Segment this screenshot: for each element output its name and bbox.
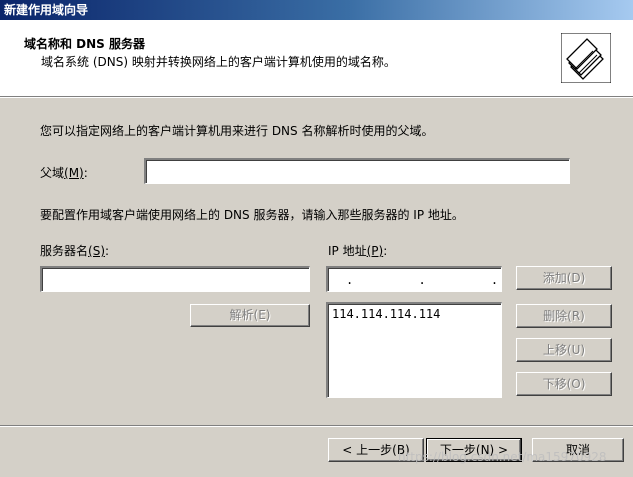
resolve-button[interactable]: 解析(E) (190, 304, 310, 327)
intro-text: 您可以指定网络上的客户端计算机用来进行 DNS 名称解析时使用的父域。 (40, 124, 434, 138)
server-name-hotkey: (S) (88, 244, 105, 258)
move-down-button[interactable]: 下移(O) (516, 372, 612, 396)
window-title-bar: 新建作用域向导 (0, 0, 633, 20)
ip-address-hotkey: (P) (366, 244, 384, 258)
ip-address-label-text: IP 地址 (328, 244, 367, 258)
parent-domain-label: 父域(M): (40, 164, 88, 181)
wizard-header: 域名称和 DNS 服务器 域名系统 (DNS) 映射并转换网络上的客户端计算机使… (0, 20, 633, 97)
header-separator (0, 97, 633, 98)
folders-wizard-icon (561, 33, 611, 83)
list-item[interactable]: 114.114.114.114 (332, 307, 440, 321)
ip-address-input[interactable]: . . . (326, 266, 502, 292)
dns-instruction-text: 要配置作用域客户端使用网络上的 DNS 服务器，请输入那些服务器的 IP 地址。 (40, 208, 464, 222)
server-name-label-text: 服务器名 (40, 244, 89, 258)
footer-separator-light (0, 426, 633, 427)
move-up-button[interactable]: 上移(U) (516, 338, 612, 362)
parent-domain-suffix: : (83, 166, 88, 180)
server-name-label: 服务器名(S): (40, 242, 109, 259)
server-name-suffix: : (105, 244, 110, 258)
remove-button[interactable]: 删除(R) (516, 304, 612, 328)
server-name-input[interactable] (40, 266, 310, 292)
ip-address-label: IP 地址(P): (328, 242, 387, 259)
watermark-text: https://blog.csdn.net/ma15970928 (398, 450, 607, 464)
add-button[interactable]: 添加(D) (516, 266, 612, 290)
header-title: 域名称和 DNS 服务器 (24, 37, 146, 51)
header-subtitle: 域名系统 (DNS) 映射并转换网络上的客户端计算机使用的域名称。 (41, 55, 396, 69)
parent-domain-hotkey: (M) (64, 166, 84, 180)
window-title: 新建作用域向导 (4, 3, 89, 17)
ip-address-suffix: : (383, 244, 388, 258)
ip-address-value: . . . (346, 273, 528, 287)
parent-domain-input[interactable] (144, 158, 570, 184)
dns-server-ip-list[interactable]: 114.114.114.114 (326, 302, 502, 398)
parent-domain-label-text: 父域 (40, 166, 65, 180)
